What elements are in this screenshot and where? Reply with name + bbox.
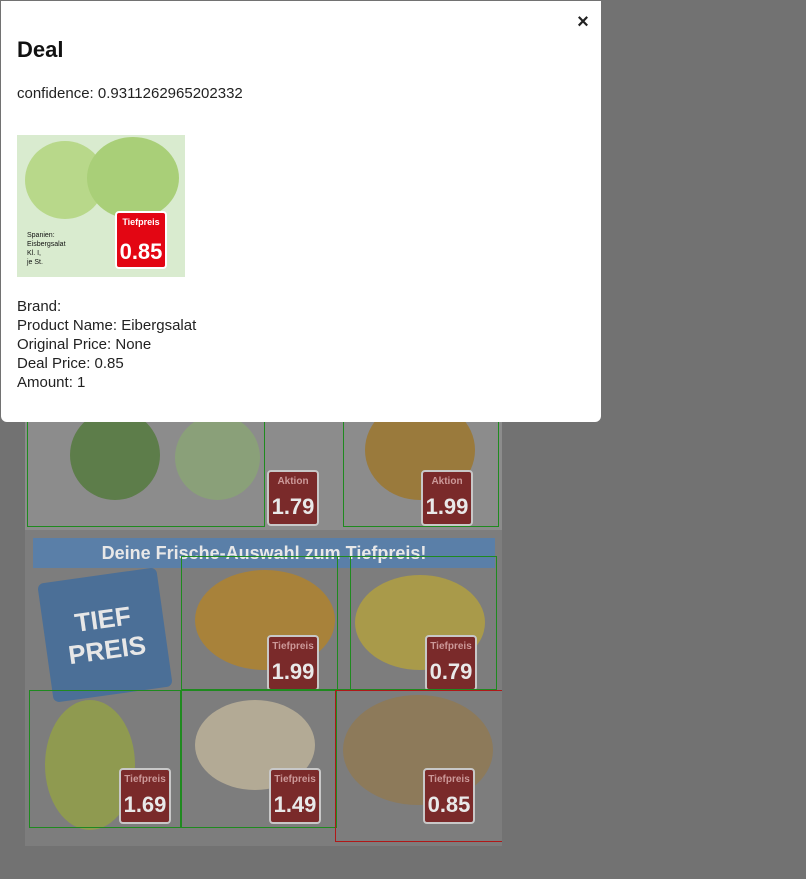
modal-title: Deal (17, 37, 64, 62)
price-tag-label: Tiefpreis (122, 217, 160, 227)
thumbnail-price-tag: Tiefpreis 0.85 (115, 211, 167, 269)
close-icon[interactable]: × (573, 11, 593, 33)
original-price-field: Original Price: None (17, 336, 152, 353)
confidence-text: confidence: 0.9311262965202332 (17, 85, 243, 102)
price-tag-value: 0.85 (119, 239, 163, 264)
deal-thumbnail: Spanien: Eisbergsalat Kl. I, je St. Tief… (17, 135, 185, 277)
thumbnail-description: Spanien: Eisbergsalat Kl. I, je St. (27, 232, 66, 267)
product-name-field: Product Name: Eibergsalat (17, 317, 197, 334)
lettuce-image (87, 137, 179, 219)
brand-field: Brand: (17, 298, 66, 315)
deal-fields: Brand: Product Name: Eibergsalat Origina… (17, 297, 196, 392)
flyer-image: Aktion 1.79 Aktion 1.99 Deine Frische-Ausw… (25, 380, 502, 846)
amount-field: Amount: 1 (17, 374, 86, 391)
detection-box (181, 556, 351, 690)
detection-box (29, 690, 181, 828)
detection-box (337, 556, 497, 690)
flyer-price-tag: Aktion 1.79 (267, 470, 319, 526)
tiefpreis-arrow-graphic: TIEF PREIS (37, 567, 173, 703)
detection-box (181, 690, 337, 828)
deal-modal: × Deal confidence: 0.9311262965202332 Sp… (1, 1, 601, 422)
detection-box-selected (335, 690, 502, 842)
deal-price-field: Deal Price: 0.85 (17, 355, 124, 372)
